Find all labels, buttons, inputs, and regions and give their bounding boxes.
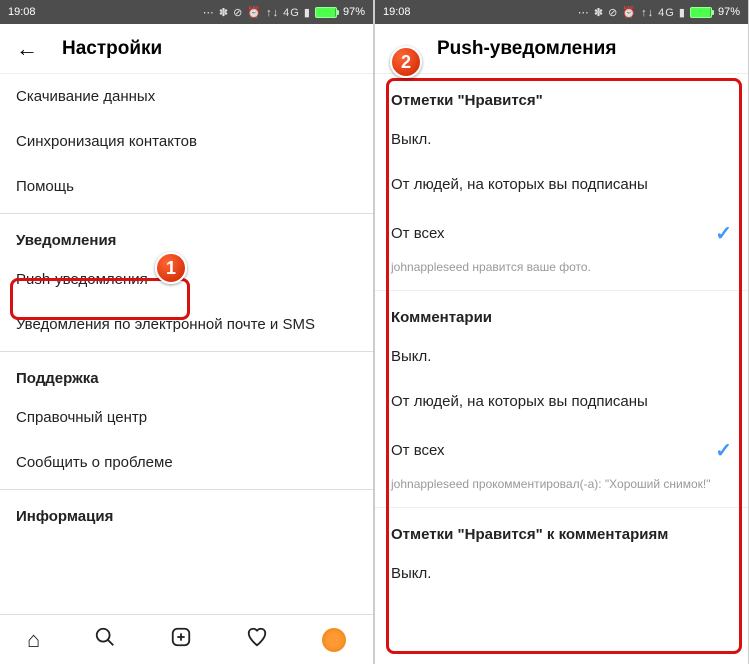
option-likes-off[interactable]: Выкл.: [375, 117, 748, 162]
status-time: 19:08: [383, 6, 411, 18]
status-indicators: ⋯ ✽ ⊘ ⏰ ↑↓ 4G ▮ 97%: [578, 6, 740, 19]
push-notifications-screen: 19:08 ⋯ ✽ ⊘ ⏰ ↑↓ 4G ▮ 97% ← Push-уведомл…: [375, 0, 748, 664]
option-comments-following[interactable]: От людей, на которых вы подписаны: [375, 379, 748, 424]
option-label: От людей, на которых вы подписаны: [391, 393, 648, 410]
add-icon[interactable]: [170, 626, 192, 654]
option-likes-everyone[interactable]: От всех ✓: [375, 207, 748, 260]
group-comment-likes-heading: Отметки "Нравится" к комментариям: [375, 508, 748, 551]
battery-icon: [315, 7, 339, 18]
option-label: От всех: [391, 442, 445, 459]
back-arrow-icon[interactable]: ←: [16, 36, 38, 62]
status-icons: ⋯ ✽ ⊘ ⏰ ↑↓ 4G ▮: [203, 6, 311, 19]
status-indicators: ⋯ ✽ ⊘ ⏰ ↑↓ 4G ▮ 97%: [203, 6, 365, 19]
option-label: От всех: [391, 225, 445, 242]
option-label: Выкл.: [391, 131, 431, 148]
status-icons: ⋯ ✽ ⊘ ⏰ ↑↓ 4G ▮: [578, 6, 686, 19]
profile-icon[interactable]: [322, 628, 346, 652]
settings-screen: 19:08 ⋯ ✽ ⊘ ⏰ ↑↓ 4G ▮ 97% ← Настройки Ск…: [0, 0, 373, 664]
option-comments-off[interactable]: Выкл.: [375, 334, 748, 379]
home-icon[interactable]: ⌂: [27, 627, 40, 653]
header: ← Push-уведомления: [375, 24, 748, 74]
bottom-nav: ⌂: [0, 614, 373, 664]
battery-pct: 97%: [718, 6, 740, 18]
heart-icon[interactable]: [246, 626, 268, 654]
annotation-badge-2: 2: [390, 46, 422, 78]
row-help-center[interactable]: Справочный центр: [0, 395, 373, 440]
annotation-badge-1: 1: [155, 252, 187, 284]
section-notifications: Уведомления: [0, 214, 373, 257]
option-likes-following[interactable]: От людей, на которых вы подписаны: [375, 162, 748, 207]
header: ← Настройки: [0, 24, 373, 74]
hint-likes: johnappleseed нравится ваше фото.: [375, 260, 748, 284]
row-sync-contacts[interactable]: Синхронизация контактов: [0, 119, 373, 164]
status-bar: 19:08 ⋯ ✽ ⊘ ⏰ ↑↓ 4G ▮ 97%: [375, 0, 748, 24]
option-comment-likes-off[interactable]: Выкл.: [375, 551, 748, 596]
check-icon: ✓: [715, 438, 732, 463]
option-comments-everyone[interactable]: От всех ✓: [375, 424, 748, 477]
check-icon: ✓: [715, 221, 732, 246]
search-icon[interactable]: [94, 626, 116, 654]
option-label: Выкл.: [391, 348, 431, 365]
battery-icon: [690, 7, 714, 18]
group-likes-heading: Отметки "Нравится": [375, 74, 748, 117]
section-info: Информация: [0, 490, 373, 533]
row-report-problem[interactable]: Сообщить о проблеме: [0, 440, 373, 485]
row-email-sms[interactable]: Уведомления по электронной почте и SMS: [0, 302, 373, 347]
page-title: Настройки: [62, 38, 162, 60]
section-support: Поддержка: [0, 352, 373, 395]
group-comments-heading: Комментарии: [375, 291, 748, 334]
option-label: От людей, на которых вы подписаны: [391, 176, 648, 193]
hint-comments: johnappleseed прокомментировал(-а): "Хор…: [375, 477, 748, 501]
status-time: 19:08: [8, 6, 36, 18]
row-download-data[interactable]: Скачивание данных: [0, 74, 373, 119]
status-bar: 19:08 ⋯ ✽ ⊘ ⏰ ↑↓ 4G ▮ 97%: [0, 0, 373, 24]
row-help[interactable]: Помощь: [0, 164, 373, 209]
page-title: Push-уведомления: [437, 38, 616, 60]
battery-pct: 97%: [343, 6, 365, 18]
option-label: Выкл.: [391, 565, 431, 582]
